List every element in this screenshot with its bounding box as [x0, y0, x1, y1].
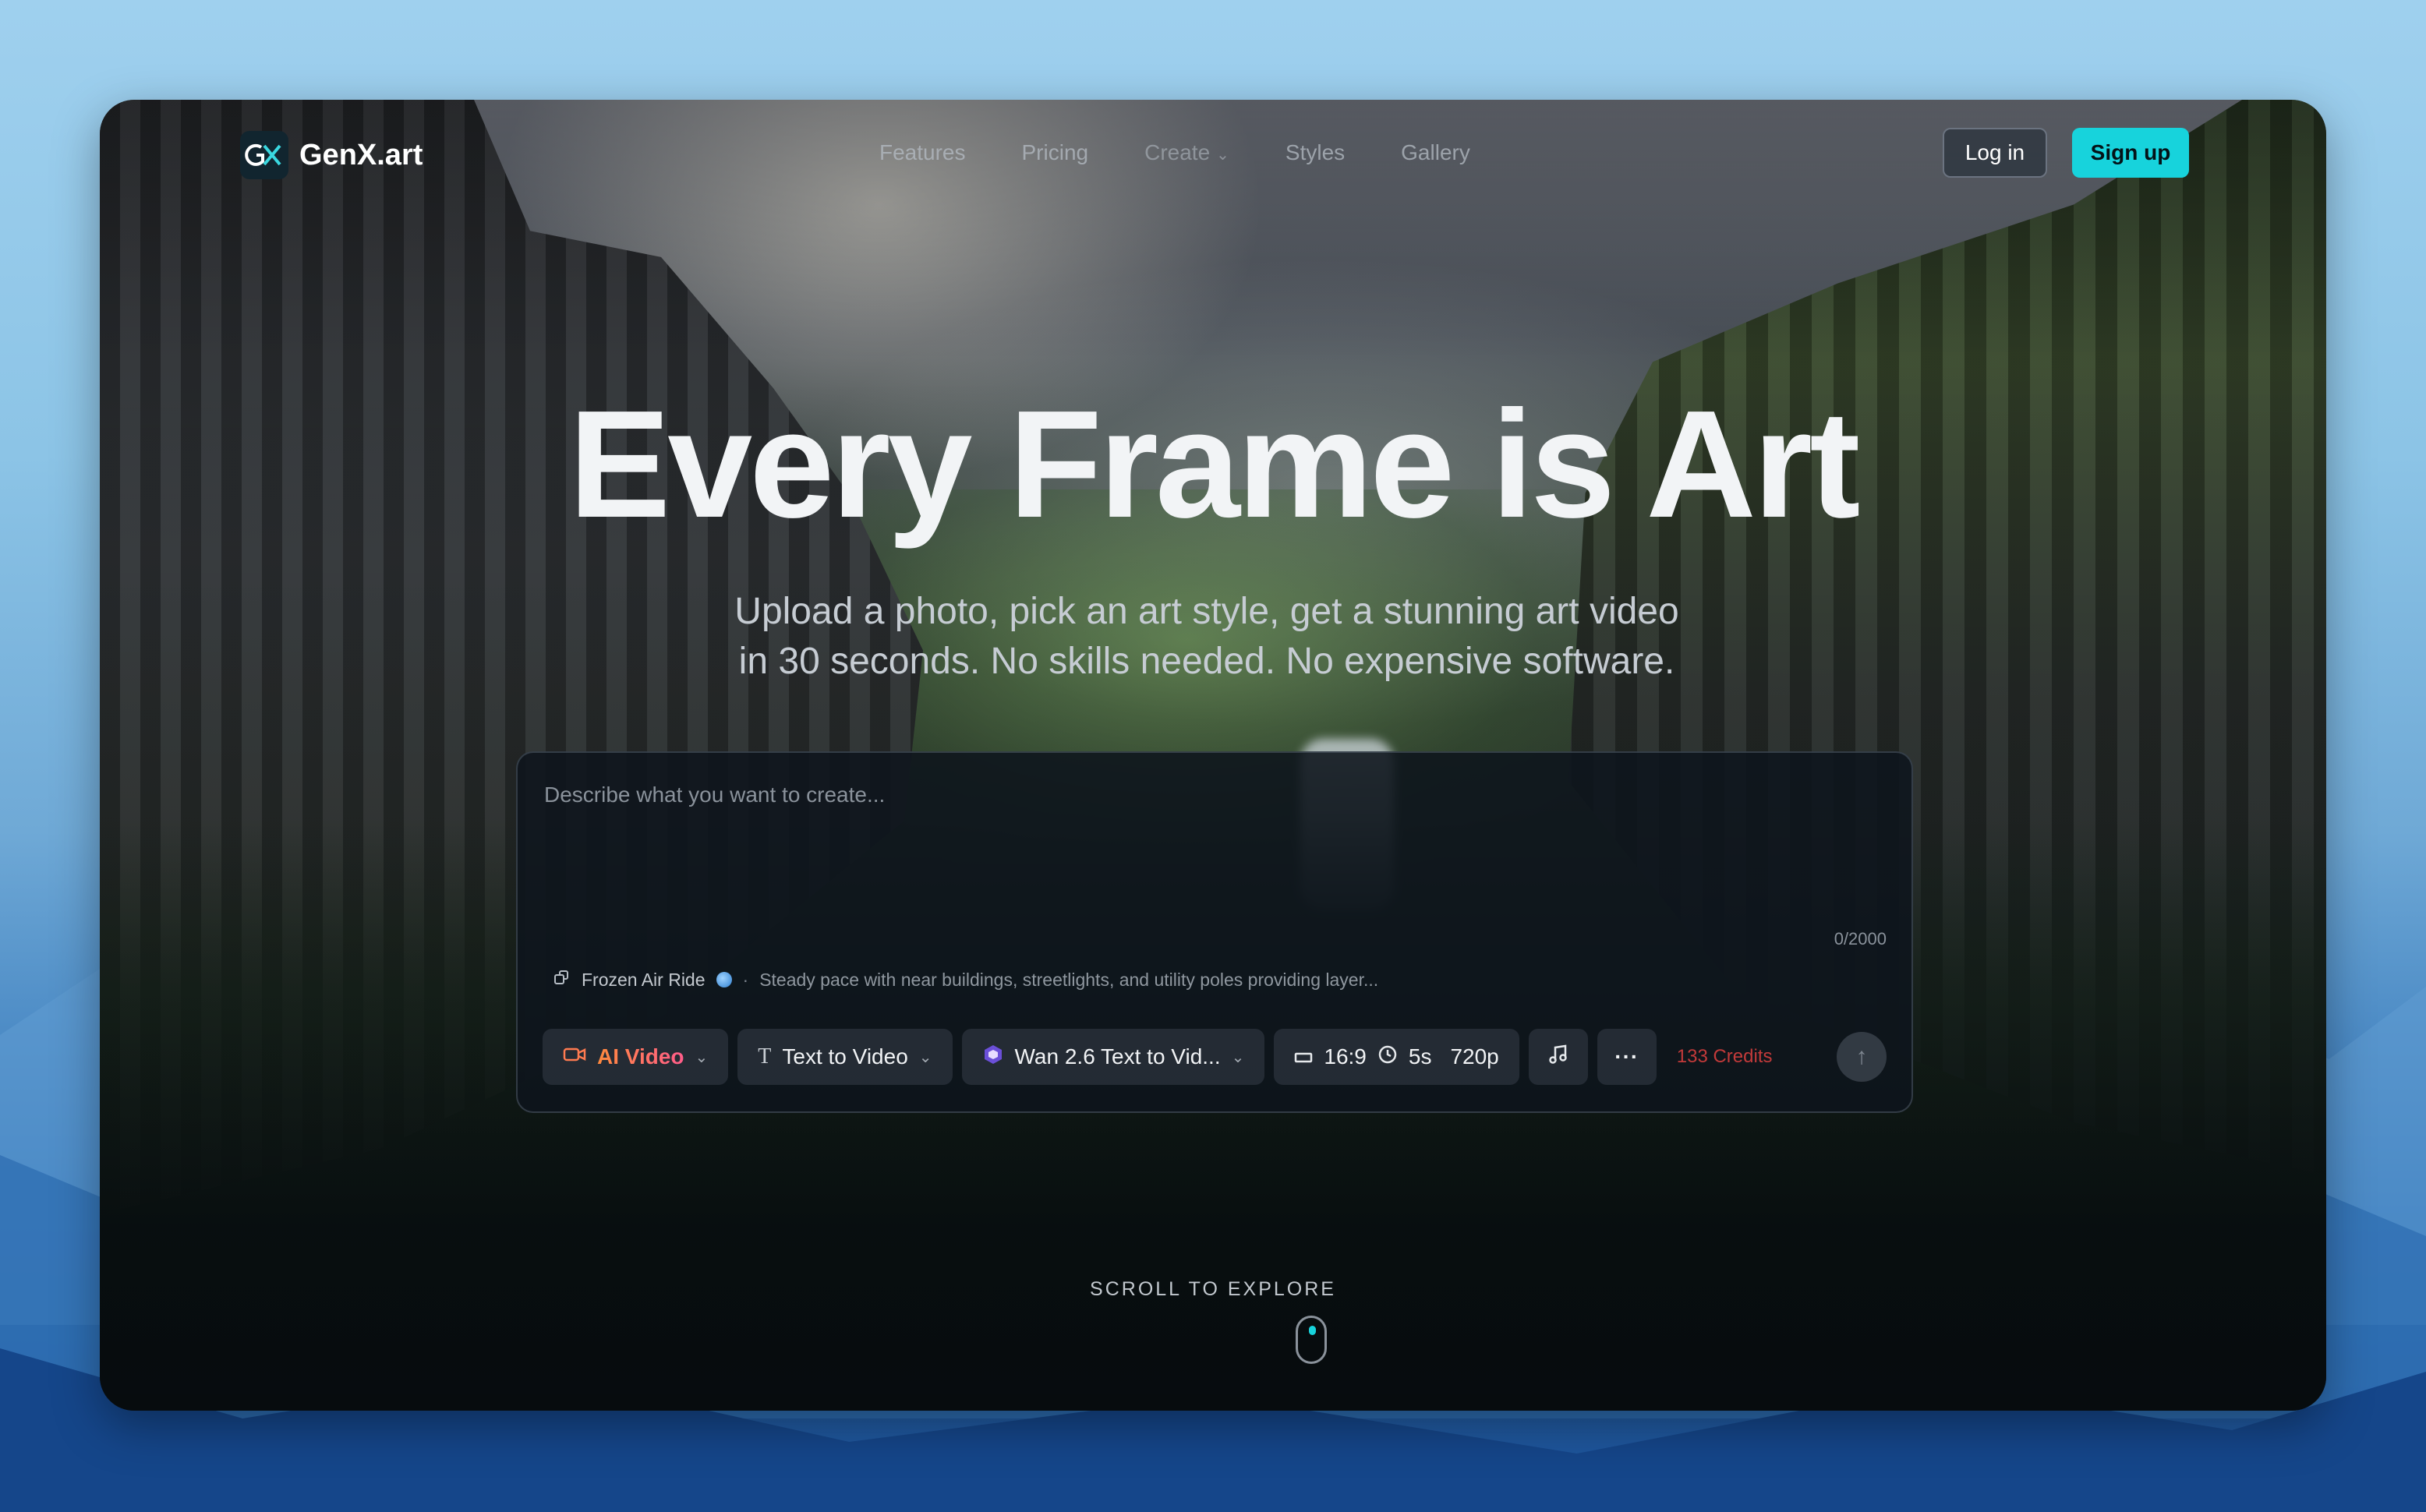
generation-type-select[interactable]: T Text to Video ⌄	[737, 1029, 953, 1085]
chevron-down-icon: ⌄	[1216, 147, 1229, 164]
login-button[interactable]: Log in	[1943, 128, 2047, 178]
credits-badge: 133 Credits	[1676, 1046, 1773, 1067]
arrow-up-icon: ↑	[1855, 1044, 1868, 1069]
nav-link-create-label: Create	[1144, 140, 1211, 164]
model-logo-icon	[982, 1044, 1004, 1071]
more-options-button[interactable]: ···	[1597, 1029, 1657, 1085]
mouse-scroll-indicator	[1309, 1326, 1316, 1335]
send-button[interactable]: ↑	[1837, 1032, 1887, 1082]
genx-logo-icon	[240, 131, 288, 179]
signup-button[interactable]: Sign up	[2072, 128, 2189, 178]
generation-type-label: Text to Video	[782, 1044, 908, 1069]
brand-name: GenX.art	[299, 138, 423, 171]
brand-logo[interactable]: GenX.art	[240, 131, 423, 179]
resolution-value: 720p	[1450, 1044, 1499, 1069]
mode-select[interactable]: AI Video ⌄	[543, 1029, 729, 1085]
top-nav: GenX.art Features Pricing Create ⌄ Styles…	[100, 100, 2326, 209]
shuffle-icon[interactable]	[552, 968, 571, 991]
character-counter: 0/2000	[1834, 929, 1887, 949]
prompt-panel: 0/2000 Frozen Air Ride · Steady pace wit…	[516, 751, 1913, 1113]
preset-suggestion[interactable]: Frozen Air Ride · Steady pace with near …	[552, 968, 1378, 991]
model-select-label: Wan 2.6 Text to Vid...	[1014, 1044, 1221, 1069]
video-camera-icon	[563, 1044, 586, 1069]
more-horizontal-icon: ···	[1614, 1044, 1639, 1069]
mouse-scroll-icon[interactable]	[1296, 1316, 1327, 1364]
model-select[interactable]: Wan 2.6 Text to Vid... ⌄	[961, 1029, 1265, 1085]
scroll-hint-label: SCROLL TO EXPLORE	[1090, 1278, 1336, 1300]
mode-select-label: AI Video	[597, 1044, 684, 1069]
aspect-ratio-icon	[1294, 1044, 1313, 1069]
clock-icon	[1377, 1044, 1398, 1070]
hero-subtitle-line-2: in 30 seconds. No skills needed. No expe…	[738, 641, 1675, 682]
duration-value: 5s	[1408, 1044, 1432, 1069]
nav-links: Features Pricing Create ⌄ Styles Gallery	[879, 140, 1470, 165]
nav-link-create[interactable]: Create ⌄	[1144, 140, 1229, 165]
prompt-input[interactable]	[543, 781, 1871, 909]
preset-description: Steady pace with near buildings, streetl…	[759, 969, 1379, 990]
preset-separator: ·	[742, 969, 749, 990]
hero-title: Every Frame is Art	[568, 379, 1861, 549]
hero-subtitle: Upload a photo, pick an art style, get a…	[645, 587, 1768, 687]
nav-link-styles[interactable]: Styles	[1285, 140, 1345, 165]
hero-subtitle-line-1: Upload a photo, pick an art style, get a…	[734, 591, 1679, 632]
chevron-down-icon: ⌄	[1231, 1048, 1245, 1066]
chevron-down-icon: ⌄	[695, 1048, 709, 1066]
music-note-icon	[1548, 1044, 1568, 1071]
prompt-toolbar: AI Video ⌄ T Text to Video ⌄ Wan 2.6 Tex…	[543, 1029, 1887, 1085]
nav-link-pricing[interactable]: Pricing	[1022, 140, 1089, 165]
chevron-down-icon: ⌄	[918, 1048, 932, 1066]
output-settings-button[interactable]: 16:9 5s 720p	[1274, 1029, 1519, 1085]
aspect-ratio-value: 16:9	[1324, 1044, 1367, 1069]
browser-window: GenX.art Features Pricing Create ⌄ Styles…	[100, 100, 2326, 1411]
nav-link-gallery[interactable]: Gallery	[1401, 140, 1470, 165]
preset-name: Frozen Air Ride	[582, 969, 706, 990]
music-button[interactable]	[1528, 1029, 1588, 1085]
nav-link-features[interactable]: Features	[879, 140, 966, 165]
globe-icon	[716, 972, 732, 987]
text-icon: T	[758, 1044, 772, 1069]
